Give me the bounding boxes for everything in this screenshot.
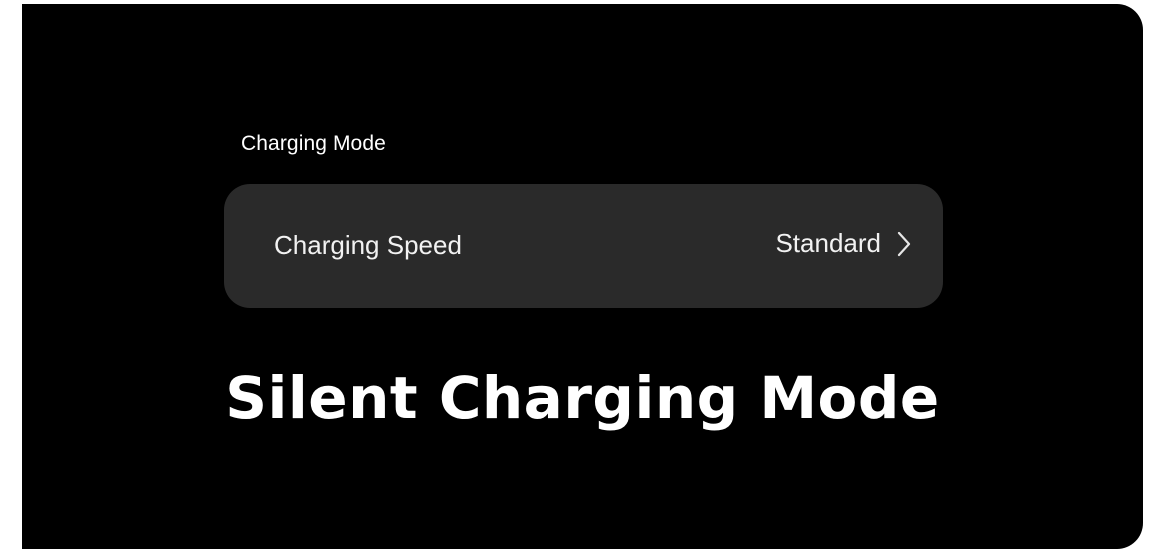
charging-speed-row[interactable]: Charging Speed Standard [224, 184, 943, 308]
screen: Charging Mode Charging Speed Standard Si… [22, 4, 1143, 549]
charging-speed-value-group: Standard [775, 228, 913, 259]
charging-speed-value: Standard [775, 228, 881, 258]
feature-caption: Silent Charging Mode [225, 364, 940, 432]
charging-speed-label: Charging Speed [274, 230, 462, 260]
section-header-charging-mode: Charging Mode [241, 132, 386, 155]
chevron-right-icon [895, 230, 913, 258]
